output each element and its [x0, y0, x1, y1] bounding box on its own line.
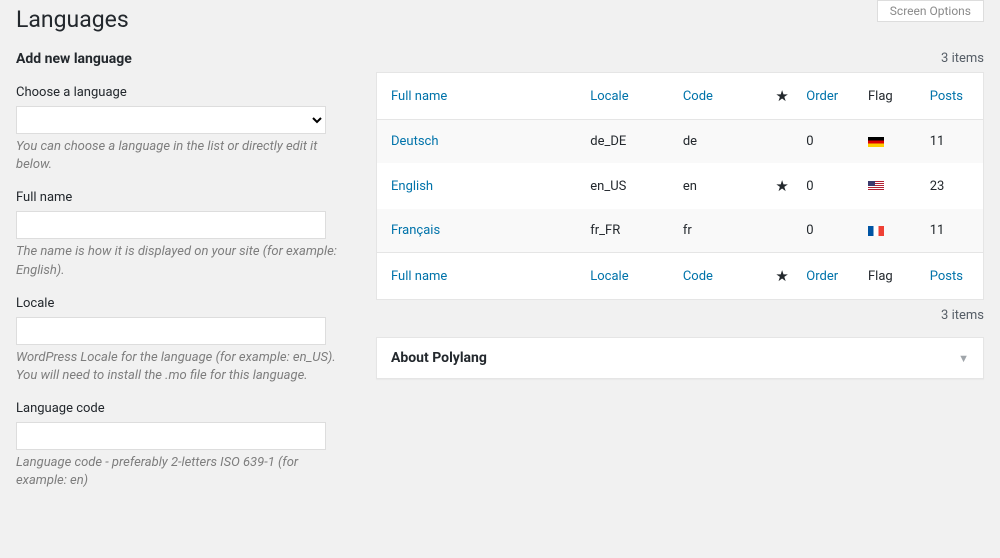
about-polylang-toggle[interactable]: About Polylang ▼ — [377, 338, 983, 378]
th-posts[interactable]: Posts — [922, 73, 984, 120]
code-input[interactable] — [16, 422, 326, 450]
locale-label: Locale — [16, 296, 346, 311]
th-fullname[interactable]: Full name — [377, 73, 583, 120]
form-title: Add new language — [16, 51, 346, 67]
star-icon: ★ — [775, 177, 788, 195]
tf-default: ★ — [767, 253, 798, 300]
table-row: Deutsch de_DEde 0 11 — [377, 120, 984, 164]
th-order[interactable]: Order — [798, 73, 860, 120]
star-icon: ★ — [775, 87, 788, 105]
fullname-help: The name is how it is displayed on your … — [16, 243, 346, 279]
tf-flag: Flag — [860, 253, 922, 300]
language-posts: 11 — [922, 120, 984, 164]
language-posts: 23 — [922, 163, 984, 209]
language-default: ★ — [767, 163, 798, 209]
tf-fullname[interactable]: Full name — [377, 253, 583, 300]
flag-icon — [868, 226, 884, 236]
items-count-top: 3 items — [376, 51, 984, 66]
table-row: Français fr_FRfr 0 11 — [377, 209, 984, 253]
about-polylang-title: About Polylang — [391, 350, 487, 366]
language-locale: fr_FR — [582, 209, 675, 253]
language-default — [767, 209, 798, 253]
th-flag: Flag — [860, 73, 922, 120]
flag-icon — [868, 137, 884, 147]
screen-options-button[interactable]: Screen Options — [877, 0, 984, 22]
choose-language-help: You can choose a language in the list or… — [16, 138, 346, 174]
tf-order[interactable]: Order — [798, 253, 860, 300]
th-locale[interactable]: Locale — [582, 73, 675, 120]
language-order: 0 — [798, 163, 860, 209]
about-polylang-box: About Polylang ▼ — [376, 337, 984, 379]
code-label: Language code — [16, 401, 346, 416]
language-flag — [860, 163, 922, 209]
language-order: 0 — [798, 120, 860, 164]
language-code: fr — [675, 209, 768, 253]
locale-help: WordPress Locale for the language (for e… — [16, 349, 346, 385]
choose-language-label: Choose a language — [16, 85, 346, 100]
language-name-link[interactable]: Deutsch — [391, 134, 439, 149]
fullname-label: Full name — [16, 190, 346, 205]
language-flag — [860, 209, 922, 253]
chevron-down-icon: ▼ — [958, 352, 969, 365]
page-title: Languages — [16, 0, 984, 51]
choose-language-select[interactable] — [16, 106, 326, 134]
tf-code[interactable]: Code — [675, 253, 768, 300]
fullname-input[interactable] — [16, 211, 326, 239]
th-default: ★ — [767, 73, 798, 120]
flag-icon — [868, 181, 884, 191]
language-flag — [860, 120, 922, 164]
languages-table: Full name Locale Code ★ Order Flag Posts… — [376, 72, 984, 300]
language-default — [767, 120, 798, 164]
language-order: 0 — [798, 209, 860, 253]
language-locale: de_DE — [582, 120, 675, 164]
tf-posts[interactable]: Posts — [922, 253, 984, 300]
language-locale: en_US — [582, 163, 675, 209]
language-posts: 11 — [922, 209, 984, 253]
locale-input[interactable] — [16, 317, 326, 345]
th-code[interactable]: Code — [675, 73, 768, 120]
screen-options-label: Screen Options — [890, 4, 971, 18]
items-count-bottom: 3 items — [376, 308, 984, 323]
language-code: de — [675, 120, 768, 164]
table-row: English en_USen ★ 0 23 — [377, 163, 984, 209]
language-code: en — [675, 163, 768, 209]
language-name-link[interactable]: English — [391, 179, 433, 194]
code-help: Language code - preferably 2-letters ISO… — [16, 454, 346, 490]
star-icon: ★ — [775, 267, 788, 285]
tf-locale[interactable]: Locale — [582, 253, 675, 300]
language-name-link[interactable]: Français — [391, 223, 440, 238]
